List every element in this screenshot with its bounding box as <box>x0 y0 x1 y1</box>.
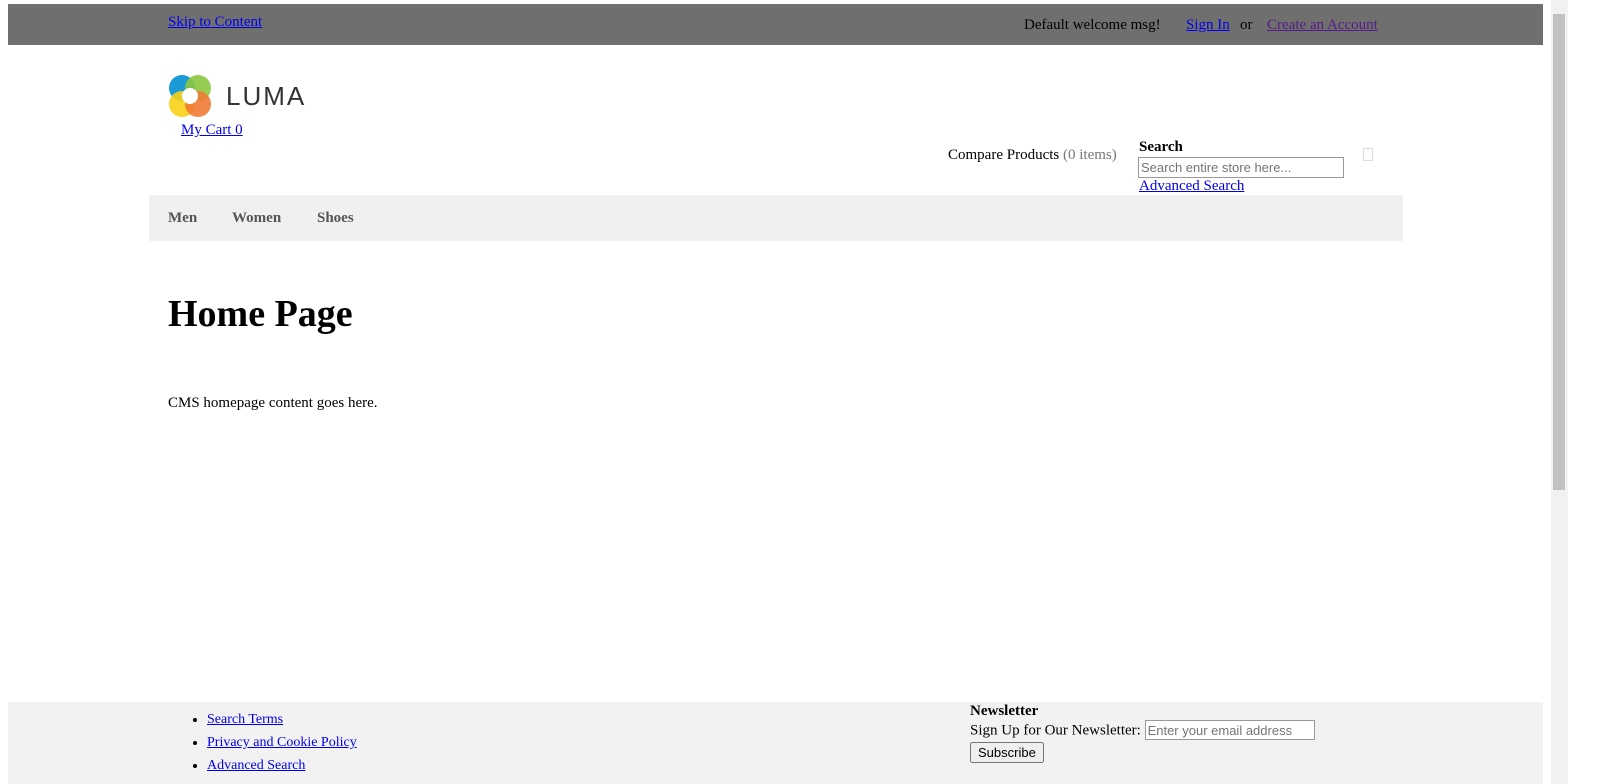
nav-men[interactable]: Men <box>168 210 197 227</box>
scrollbar[interactable] <box>1551 0 1568 784</box>
main-navigation: Men Women Shoes <box>149 195 1403 241</box>
footer-link-advanced-search[interactable]: Advanced Search <box>207 758 305 773</box>
welcome-message: Default welcome msg! <box>1024 17 1161 33</box>
skip-to-content-link[interactable]: Skip to Content <box>168 14 262 31</box>
subscribe-button[interactable]: Subscribe <box>970 742 1044 763</box>
cms-content: CMS homepage content goes here. <box>168 395 378 411</box>
search-input[interactable] <box>1138 157 1344 178</box>
compare-count: (0 items) <box>1062 147 1117 163</box>
newsletter-email-input[interactable] <box>1144 720 1315 740</box>
logo[interactable]: LUMA <box>168 74 306 118</box>
sign-in-link[interactable]: Sign In <box>1186 17 1230 34</box>
footer-link-privacy[interactable]: Privacy and Cookie Policy <box>207 735 357 750</box>
advanced-search-link[interactable]: Advanced Search <box>1139 178 1244 195</box>
nav-shoes[interactable]: Shoes <box>317 210 354 227</box>
footer-link-search-terms[interactable]: Search Terms <box>207 712 283 727</box>
or-text: or <box>1240 17 1253 33</box>
compare-label: Compare Products <box>948 147 1060 163</box>
scrollbar-thumb[interactable] <box>1553 14 1565 490</box>
create-account-link[interactable]: Create an Account <box>1267 17 1378 34</box>
luma-logo-icon <box>169 75 211 117</box>
newsletter: Newsletter Sign Up for Our Newsletter: S… <box>970 703 1315 763</box>
footer-links: Search Terms Privacy and Cookie Policy A… <box>168 708 357 777</box>
search-label: Search <box>1139 139 1183 155</box>
footer: Search Terms Privacy and Cookie Policy A… <box>8 702 1543 784</box>
newsletter-title: Newsletter <box>970 703 1039 719</box>
search-button[interactable] <box>1363 148 1373 161</box>
newsletter-label: Sign Up for Our Newsletter: <box>970 722 1141 739</box>
page-title: Home Page <box>168 293 353 335</box>
my-cart-link[interactable]: My Cart 0 <box>181 122 243 139</box>
logo-text: LUMA <box>226 80 307 111</box>
compare-products[interactable]: Compare Products (0 items) <box>948 147 1117 164</box>
nav-women[interactable]: Women <box>232 210 281 227</box>
